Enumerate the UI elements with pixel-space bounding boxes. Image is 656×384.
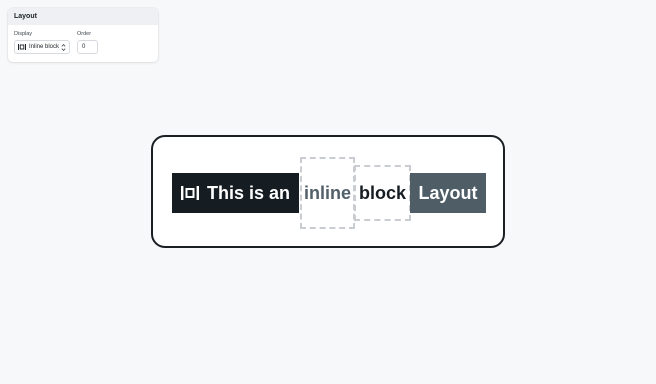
panel-body: Display Order Inline block 0 bbox=[8, 25, 158, 62]
layout-panel: Layout Display Order Inline block 0 bbox=[8, 8, 158, 62]
preview-item-4: Layout bbox=[410, 173, 486, 213]
chevron-up-down-icon bbox=[61, 43, 66, 52]
order-input[interactable]: 0 bbox=[77, 40, 98, 54]
preview-item-1: This is an bbox=[172, 173, 299, 213]
inline-block-icon bbox=[18, 44, 26, 50]
layout-preview: This is an inline block Layout bbox=[151, 135, 505, 248]
display-select[interactable]: Inline block bbox=[14, 40, 70, 54]
panel-title: Layout bbox=[8, 8, 158, 25]
preview-item-2: inline bbox=[300, 157, 355, 229]
display-label: Display bbox=[14, 31, 33, 37]
order-label: Order bbox=[77, 31, 92, 37]
preview-item-1-label: This is an bbox=[206, 182, 291, 203]
display-select-value: Inline block bbox=[29, 44, 60, 50]
order-input-value: 0 bbox=[82, 44, 86, 50]
inline-block-icon bbox=[180, 186, 199, 200]
app-canvas: Layout Display Order Inline block 0 This… bbox=[0, 0, 656, 384]
preview-item-3: block bbox=[354, 165, 411, 221]
